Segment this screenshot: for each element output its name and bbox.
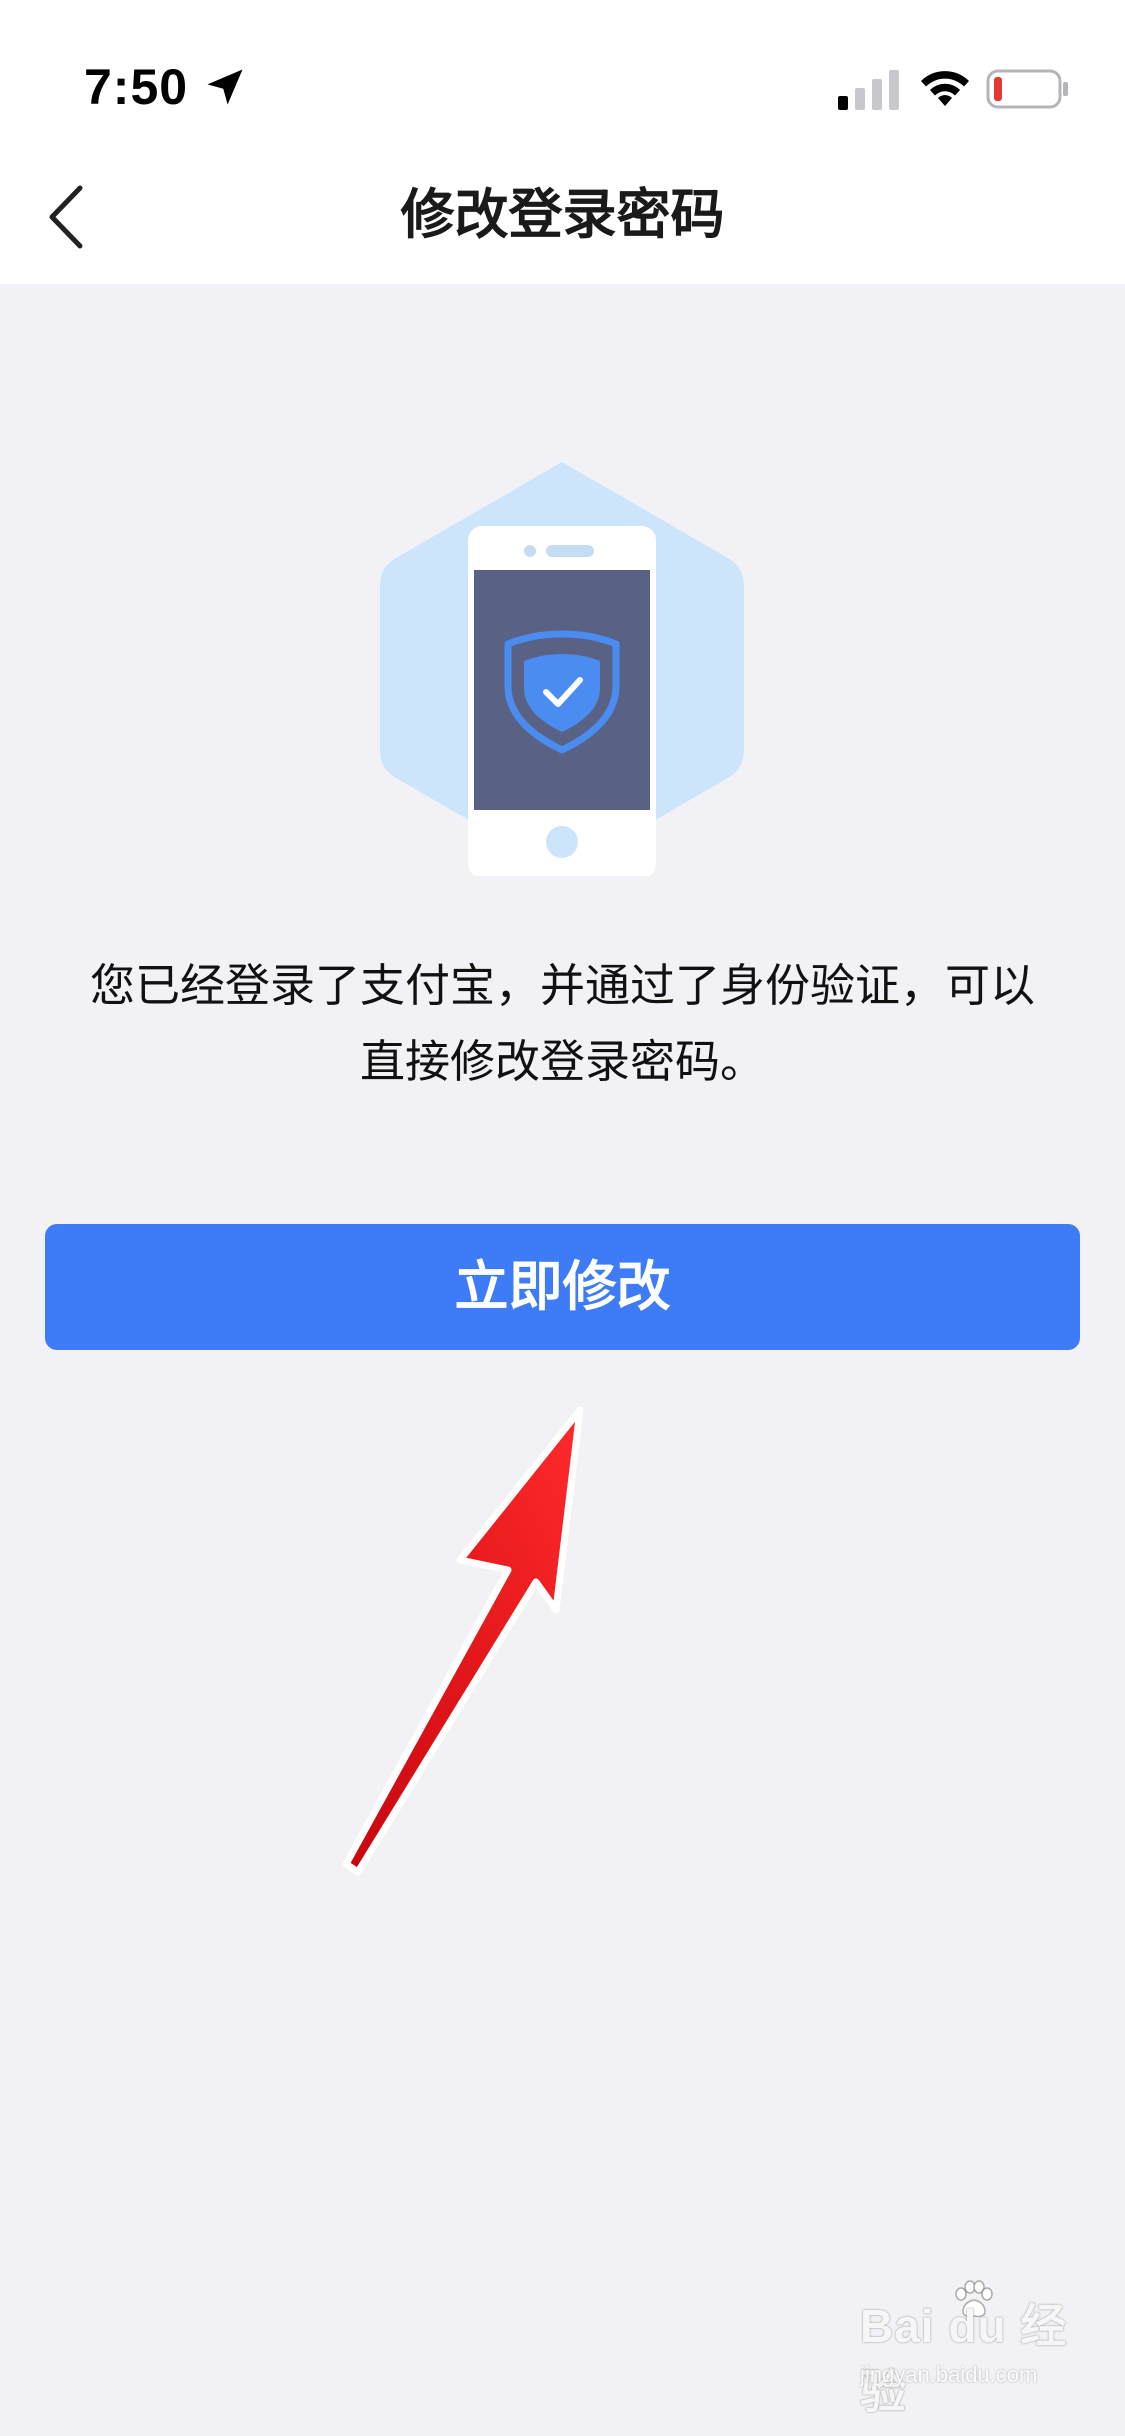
battery-low-icon: [986, 69, 1068, 109]
red-arrow-icon: [342, 1406, 584, 1876]
watermark-site: jingyan.baidu.com: [860, 2362, 1038, 2387]
status-bar: 7:50: [0, 0, 1125, 150]
status-time: 7:50: [84, 59, 189, 115]
watermark-brand: Bai du 经验: [860, 2300, 1068, 2418]
cellular-signal-icon: [838, 70, 899, 110]
modify-now-button[interactable]: 立即修改: [45, 1224, 1080, 1350]
navigation-bar: 修改登录密码: [0, 150, 1125, 284]
verification-message: 您已经登录了支付宝，并通过了身份验证，可以 直接修改登录密码。: [40, 948, 1085, 1100]
page-title: 修改登录密码: [400, 183, 725, 246]
phone-shield-icon: [380, 462, 744, 876]
message-line-2: 直接修改登录密码。: [359, 1035, 765, 1088]
wifi-icon: [921, 71, 969, 106]
baidu-jingyan-watermark: Bai du 经验 jingyan.baidu.com: [860, 2280, 1100, 2418]
message-line-1: 您已经登录了支付宝，并通过了身份验证，可以: [89, 959, 1035, 1012]
location-arrow-icon: [207, 69, 243, 105]
